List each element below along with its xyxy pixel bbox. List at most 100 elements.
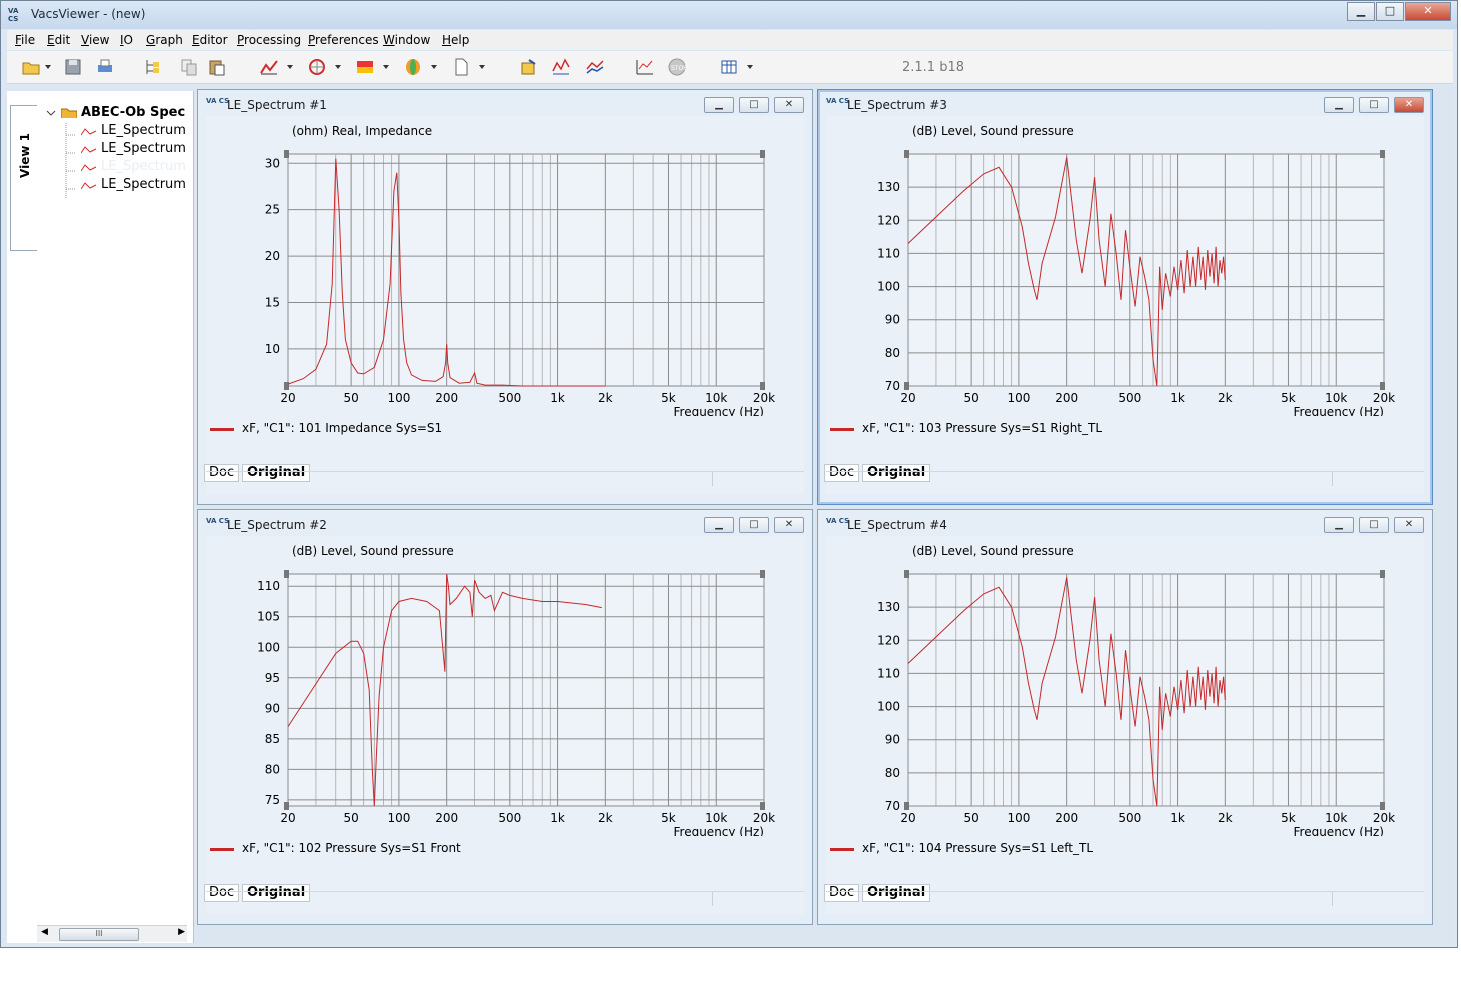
axis-marker[interactable] <box>904 570 909 578</box>
graph-dropdown-icon[interactable] <box>287 65 293 69</box>
axis-marker[interactable] <box>904 802 909 810</box>
tree-item-spectrum[interactable]: LE_Spectrum <box>101 141 186 156</box>
axis-marker[interactable] <box>904 382 909 390</box>
scroll-thumb[interactable]: III <box>59 928 139 941</box>
graph-compare-icon[interactable] <box>585 57 605 77</box>
tree-item-spectrum[interactable]: LE_Spectrum <box>101 123 186 138</box>
tree-horizontal-scrollbar[interactable]: ◀ III ▶ <box>37 925 187 942</box>
menu-io[interactable]: IO <box>120 33 133 47</box>
child-minimize-button[interactable]: ▁ <box>704 517 734 533</box>
child-window-spectrum-2[interactable]: VA CS LE_Spectrum #2 ▁ □ ✕ (dB) Level, S… <box>197 509 813 925</box>
layout-icon[interactable] <box>719 57 739 77</box>
child-close-button[interactable]: ✕ <box>1394 97 1424 113</box>
y-tick-label: 80 <box>265 762 280 776</box>
child-title-bar[interactable]: VA CS LE_Spectrum #4 ▁ □ ✕ <box>818 510 1432 536</box>
y-tick-label: 75 <box>265 793 280 807</box>
axis-marker[interactable] <box>284 382 289 390</box>
menu-edit[interactable]: Edit <box>47 33 70 47</box>
legend-swatch <box>210 428 234 431</box>
color-map-icon[interactable] <box>355 57 375 77</box>
axis-marker[interactable] <box>1380 150 1385 158</box>
child-restore-button[interactable]: □ <box>739 97 769 113</box>
y-tick-label: 10 <box>265 342 280 356</box>
tree-item-spectrum-selected[interactable]: LE_Spectrum <box>101 159 186 174</box>
window-maximize-button[interactable]: □ <box>1376 2 1404 21</box>
menu-view[interactable]: View <box>81 33 109 47</box>
window-close-button[interactable]: ✕ <box>1405 2 1451 21</box>
axis-marker[interactable] <box>904 150 909 158</box>
child-close-button[interactable]: ✕ <box>774 97 804 113</box>
fft-icon[interactable] <box>551 57 571 77</box>
menu-window[interactable]: Window <box>383 33 430 47</box>
child-window-spectrum-3[interactable]: VA CS LE_Spectrum #3 ▁ □ ✕ (dB) Level, S… <box>817 89 1433 505</box>
scroll-right-icon[interactable]: ▶ <box>178 927 185 937</box>
balloon-icon[interactable] <box>403 57 423 77</box>
line-graph-icon[interactable] <box>259 57 279 77</box>
chart-svg[interactable]: 70 80 90 100 110 120 130 20 50 100 200 500 1k 2k 5k 10k… <box>826 536 1424 836</box>
axis-marker[interactable] <box>1380 802 1385 810</box>
save-icon[interactable] <box>63 57 83 77</box>
axis-marker[interactable] <box>1380 382 1385 390</box>
export-icon[interactable] <box>519 57 539 77</box>
axis-marker[interactable] <box>760 150 765 158</box>
layout-dropdown-icon[interactable] <box>747 65 753 69</box>
child-minimize-button[interactable]: ▁ <box>1324 97 1354 113</box>
menu-preferences[interactable]: Preferences <box>308 33 379 47</box>
stop-icon[interactable]: STOP <box>667 57 687 77</box>
chart-svg[interactable]: 70 80 90 100 110 120 130 20 50 100 200 500 1k 2k 5k 10k… <box>826 116 1424 416</box>
scroll-left-icon[interactable]: ◀ <box>41 927 48 937</box>
axis-marker[interactable] <box>284 150 289 158</box>
axis-marker[interactable] <box>760 802 765 810</box>
doc-dropdown-icon[interactable] <box>479 65 485 69</box>
menu-graph[interactable]: Graph <box>146 33 183 47</box>
child-window-spectrum-4[interactable]: VA CS LE_Spectrum #4 ▁ □ ✕ (dB) Level, S… <box>817 509 1433 925</box>
x-tick-label: 5k <box>1281 811 1296 825</box>
child-minimize-button[interactable]: ▁ <box>1324 517 1354 533</box>
child-minimize-button[interactable]: ▁ <box>704 97 734 113</box>
plot-frame <box>907 573 1385 807</box>
graph-settings-icon[interactable] <box>635 57 655 77</box>
child-title-bar[interactable]: VA CS LE_Spectrum #1 ▁ □ ✕ <box>198 90 812 116</box>
menu-file[interactable]: File <box>15 33 35 47</box>
axis-marker[interactable] <box>284 802 289 810</box>
tree-icon[interactable] <box>143 57 163 77</box>
y-tick-label: 80 <box>885 766 900 780</box>
child-title-bar[interactable]: VA CS LE_Spectrum #2 ▁ □ ✕ <box>198 510 812 536</box>
x-tick-label: 10k <box>705 391 727 405</box>
x-tick-label: 20 <box>280 391 295 405</box>
polar-dropdown-icon[interactable] <box>335 65 341 69</box>
axis-marker[interactable] <box>760 570 765 578</box>
print-icon[interactable] <box>95 57 115 77</box>
colormap-dropdown-icon[interactable] <box>383 65 389 69</box>
axis-marker[interactable] <box>284 570 289 578</box>
child-window-spectrum-1[interactable]: VA CS LE_Spectrum #1 ▁ □ ✕ (ohm) Real, I… <box>197 89 813 505</box>
child-title-bar[interactable]: VA CS LE_Spectrum #3 ▁ □ ✕ <box>818 90 1432 116</box>
child-close-button[interactable]: ✕ <box>774 517 804 533</box>
tree-root-item[interactable]: ABEC-Ob Spec <box>81 105 185 120</box>
y-tick-label: 85 <box>265 732 280 746</box>
child-close-button[interactable]: ✕ <box>1394 517 1424 533</box>
child-restore-button[interactable]: □ <box>1359 517 1389 533</box>
child-restore-button[interactable]: □ <box>739 517 769 533</box>
copy-icon[interactable] <box>179 57 199 77</box>
axis-marker[interactable] <box>1380 570 1385 578</box>
main-window: VA CS VacsViewer - (new) ▁ □ ✕ File Edit… <box>0 0 1458 948</box>
polar-icon[interactable] <box>307 57 327 77</box>
child-restore-button[interactable]: □ <box>1359 97 1389 113</box>
chart-svg[interactable]: 75 80 85 90 95 100 105 110 20 50 100 200 500 1k 2k 5k 10… <box>206 536 804 836</box>
new-doc-icon[interactable] <box>451 57 471 77</box>
view-tab[interactable]: View 1 <box>10 105 37 251</box>
menu-processing[interactable]: Processing <box>237 33 301 47</box>
chart-svg[interactable]: 10 15 20 25 30 20 50 100 200 500 1k 2k 5k 10k 20kFrequ… <box>206 116 804 416</box>
balloon-dropdown-icon[interactable] <box>431 65 437 69</box>
tree-item-spectrum[interactable]: LE_Spectrum <box>101 177 186 192</box>
x-tick-label: 50 <box>963 391 978 405</box>
window-minimize-button[interactable]: ▁ <box>1347 2 1375 21</box>
axis-marker[interactable] <box>760 382 765 390</box>
x-tick-label: 200 <box>435 811 458 825</box>
open-icon[interactable] <box>21 57 41 77</box>
paste-icon[interactable] <box>207 57 227 77</box>
menu-help[interactable]: Help <box>442 33 469 47</box>
open-dropdown-icon[interactable] <box>45 65 51 69</box>
menu-editor[interactable]: Editor <box>192 33 228 47</box>
